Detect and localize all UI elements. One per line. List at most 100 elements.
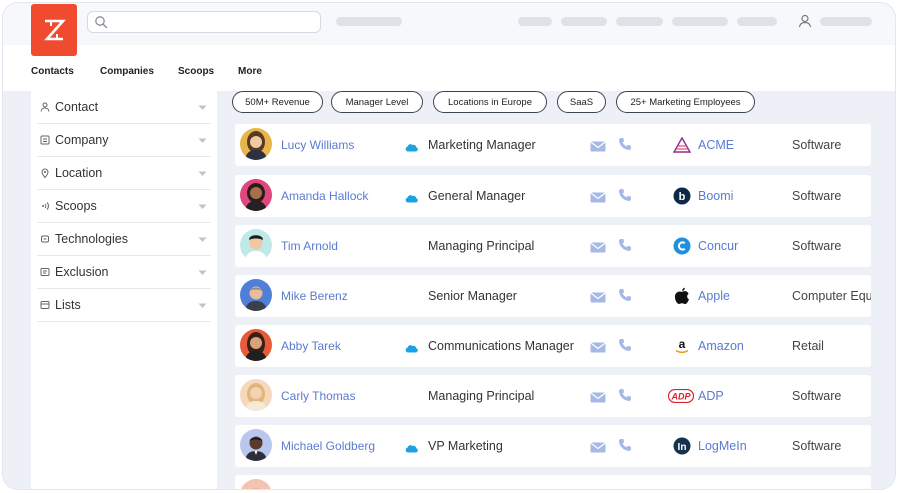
menu-placeholder-3[interactable] bbox=[616, 17, 663, 26]
sidebar-item-lists[interactable]: Lists bbox=[37, 289, 211, 322]
filter-chip-saas[interactable]: SaaS bbox=[557, 91, 606, 113]
boomi-logo-icon: b bbox=[672, 186, 692, 206]
app-window: Contacts Companies Scoops More Contact C… bbox=[2, 2, 896, 490]
contact-name[interactable]: Tim Arnold bbox=[281, 239, 338, 253]
sidebar-item-contact[interactable]: Contact bbox=[37, 91, 211, 124]
sidebar-item-label: Lists bbox=[55, 298, 81, 312]
search-icon bbox=[94, 15, 108, 34]
salesforce-icon[interactable] bbox=[405, 190, 418, 208]
exclusion-icon bbox=[37, 264, 53, 280]
phone-icon[interactable] bbox=[618, 338, 632, 357]
building-icon bbox=[37, 132, 53, 148]
chevron-down-icon bbox=[198, 230, 207, 248]
company-name[interactable]: ADP bbox=[698, 389, 724, 403]
avatar[interactable] bbox=[240, 229, 272, 261]
chevron-down-icon bbox=[198, 131, 207, 149]
nav-more[interactable]: More bbox=[238, 66, 262, 77]
avatar[interactable] bbox=[240, 329, 272, 361]
email-icon[interactable] bbox=[590, 440, 606, 458]
salesforce-icon[interactable] bbox=[405, 440, 418, 458]
email-icon[interactable] bbox=[590, 190, 606, 208]
sidebar-item-company[interactable]: Company bbox=[37, 124, 211, 157]
avatar[interactable] bbox=[240, 379, 272, 411]
contact-name[interactable]: Carly Thomas bbox=[281, 389, 355, 403]
contact-row[interactable]: Lucy Williams Marketing Manager ACME Sof… bbox=[235, 124, 871, 166]
company-name[interactable]: Concur bbox=[698, 239, 738, 253]
chevron-down-icon bbox=[198, 263, 207, 281]
email-icon[interactable] bbox=[590, 240, 606, 258]
salesforce-icon[interactable] bbox=[405, 340, 418, 358]
contact-name[interactable]: Abby Tarek bbox=[281, 339, 341, 353]
contact-name[interactable]: Michael Goldberg bbox=[281, 439, 375, 453]
contact-row[interactable]: Carly Thomas Managing Principal ADP ADP … bbox=[235, 375, 871, 417]
logmein-logo-icon: In bbox=[672, 436, 692, 456]
salesforce-icon[interactable] bbox=[405, 139, 418, 157]
contact-row[interactable]: Michael Goldberg VP Marketing In LogMeIn… bbox=[235, 425, 871, 467]
contact-row-partial[interactable] bbox=[235, 475, 871, 489]
search-input[interactable] bbox=[87, 11, 321, 33]
sidebar-item-exclusion[interactable]: Exclusion bbox=[37, 256, 211, 289]
avatar[interactable] bbox=[240, 429, 272, 461]
sidebar-item-scoops[interactable]: Scoops bbox=[37, 190, 211, 223]
apple-logo-icon bbox=[672, 286, 692, 306]
nav-companies[interactable]: Companies bbox=[100, 66, 154, 77]
contact-name[interactable]: Mike Berenz bbox=[281, 289, 348, 303]
svg-text:a: a bbox=[679, 337, 686, 351]
contact-name[interactable]: Lucy Williams bbox=[281, 138, 354, 152]
user-icon[interactable] bbox=[798, 14, 812, 33]
top-bar bbox=[3, 3, 895, 45]
menu-placeholder-4[interactable] bbox=[672, 17, 728, 26]
company-name[interactable]: Boomi bbox=[698, 189, 733, 203]
company-name[interactable]: Apple bbox=[698, 289, 730, 303]
filter-chip-marketing-employees[interactable]: 25+ Marketing Employees bbox=[616, 91, 755, 113]
chevron-down-icon bbox=[198, 197, 207, 215]
email-icon[interactable] bbox=[590, 290, 606, 308]
sidebar-item-location[interactable]: Location bbox=[37, 157, 211, 190]
menu-placeholder-2[interactable] bbox=[561, 17, 607, 26]
company-name[interactable]: LogMeIn bbox=[698, 439, 747, 453]
contact-name[interactable]: Amanda Hallock bbox=[281, 189, 368, 203]
phone-icon[interactable] bbox=[618, 288, 632, 307]
chevron-down-icon bbox=[198, 164, 207, 182]
industry: Software bbox=[792, 239, 842, 253]
company-name[interactable]: Amazon bbox=[698, 339, 744, 353]
adp-logo-icon: ADP bbox=[668, 386, 694, 406]
phone-icon[interactable] bbox=[618, 137, 632, 156]
phone-icon[interactable] bbox=[618, 238, 632, 257]
contact-title: Senior Manager bbox=[428, 289, 517, 303]
contact-row[interactable]: Mike Berenz Senior Manager Apple Compute… bbox=[235, 275, 871, 317]
user-name-placeholder[interactable] bbox=[820, 17, 872, 26]
avatar[interactable] bbox=[240, 279, 272, 311]
filter-chip-locations[interactable]: Locations in Europe bbox=[433, 91, 547, 113]
sidebar-item-label: Location bbox=[55, 166, 103, 180]
avatar[interactable] bbox=[240, 479, 272, 489]
menu-placeholder-5[interactable] bbox=[737, 17, 777, 26]
email-icon[interactable] bbox=[590, 139, 606, 157]
email-icon[interactable] bbox=[590, 390, 606, 408]
svg-text:b: b bbox=[679, 191, 686, 203]
email-icon[interactable] bbox=[590, 340, 606, 358]
contact-row[interactable]: Abby Tarek Communications Manager a Amaz… bbox=[235, 325, 871, 367]
avatar[interactable] bbox=[240, 128, 272, 160]
company-name[interactable]: ACME bbox=[698, 138, 734, 152]
contact-row[interactable]: Tim Arnold Managing Principal Concur Sof… bbox=[235, 225, 871, 267]
phone-icon[interactable] bbox=[618, 438, 632, 457]
broadcast-icon bbox=[37, 198, 53, 214]
sidebar-item-technologies[interactable]: Technologies bbox=[37, 223, 211, 256]
nav-scoops[interactable]: Scoops bbox=[178, 66, 214, 77]
svg-text:ADP: ADP bbox=[670, 392, 691, 402]
industry: Retail bbox=[792, 339, 824, 353]
nav-contacts[interactable]: Contacts bbox=[31, 66, 74, 77]
contact-title: Managing Principal bbox=[428, 239, 535, 253]
phone-icon[interactable] bbox=[618, 388, 632, 407]
menu-placeholder-1[interactable] bbox=[518, 17, 552, 26]
chevron-down-icon bbox=[198, 98, 207, 116]
avatar[interactable] bbox=[240, 179, 272, 211]
phone-icon[interactable] bbox=[618, 188, 632, 207]
filter-chip-revenue[interactable]: 50M+ Revenue bbox=[232, 91, 323, 113]
contact-row[interactable]: Amanda Hallock General Manager b Boomi S… bbox=[235, 175, 871, 217]
filter-sidebar: Contact Company Location Scoops Technolo… bbox=[31, 89, 217, 489]
filter-chip-manager-level[interactable]: Manager Level bbox=[331, 91, 423, 113]
contact-title: VP Marketing bbox=[428, 439, 503, 453]
zoominfo-logo-icon[interactable] bbox=[31, 4, 77, 56]
